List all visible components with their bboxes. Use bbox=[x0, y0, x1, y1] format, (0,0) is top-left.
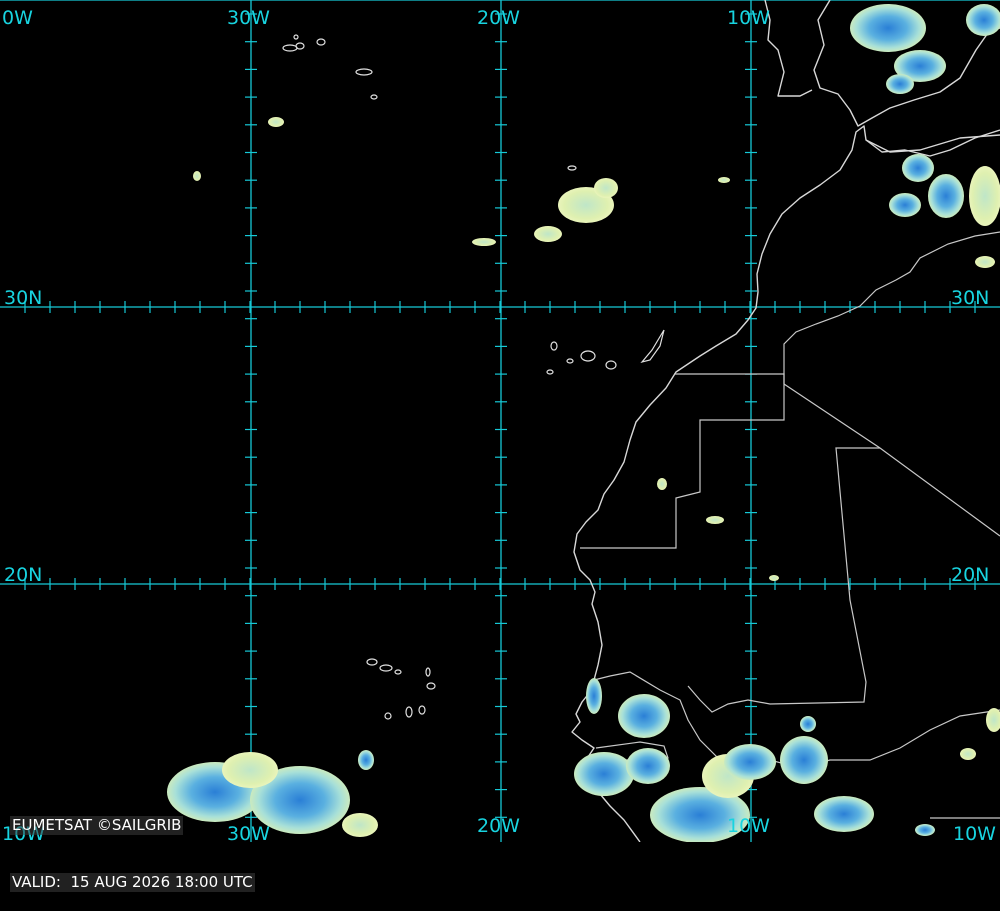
credit-block: EUMETSAT ©SAILGRIB VALID: 15 AUG 2026 18… bbox=[10, 778, 255, 911]
lat-label-right-30n: 30N bbox=[951, 287, 989, 309]
valid-time: VALID: 15 AUG 2026 18:00 UTC bbox=[10, 873, 255, 892]
lon-label-top-30w: 30W bbox=[227, 7, 270, 29]
lon-label-bottom-right: 10W bbox=[953, 823, 996, 842]
coordinate-labels: 0W 30W 20W 10W 30N 20N 30N 20N 10W 30W 2… bbox=[2, 7, 996, 842]
cloud-cover bbox=[167, 4, 1000, 842]
credit-source: EUMETSAT ©SAILGRIB bbox=[10, 816, 184, 835]
lat-lon-grid bbox=[0, 0, 1000, 842]
lat-label-left-20n: 20N bbox=[4, 564, 42, 586]
lon-label-top-1: 0W bbox=[2, 7, 33, 29]
lat-label-left-30n: 30N bbox=[4, 287, 42, 309]
satellite-map: 0W 30W 20W 10W 30N 20N 30N 20N 10W 30W 2… bbox=[0, 0, 1000, 842]
lon-label-bottom-10w: 10W bbox=[727, 815, 770, 837]
lon-label-top-10w: 10W bbox=[727, 7, 770, 29]
lat-label-right-20n: 20N bbox=[951, 564, 989, 586]
lon-label-top-20w: 20W bbox=[477, 7, 520, 29]
lon-label-bottom-20w: 20W bbox=[477, 815, 520, 837]
islands bbox=[282, 34, 665, 720]
